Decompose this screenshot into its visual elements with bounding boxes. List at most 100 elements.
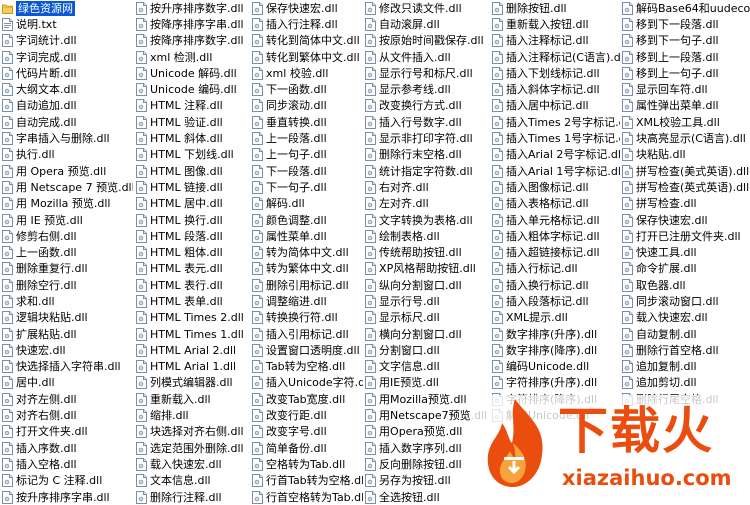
file-item[interactable]: 简单备份.dll bbox=[252, 440, 363, 456]
file-item[interactable]: 改变Tab宽度.dll bbox=[252, 391, 363, 407]
file-item[interactable]: 载入快速宏.dll bbox=[136, 456, 250, 472]
file-item[interactable]: 同步滚动窗口.dll bbox=[622, 293, 750, 309]
file-item[interactable]: 对齐左侧.dll bbox=[2, 391, 133, 407]
file-item[interactable]: 拼写检查(美式英语).dll bbox=[622, 163, 750, 179]
file-item[interactable]: 空格转为Tab.dll bbox=[252, 456, 363, 472]
file-item[interactable]: 删除行末空格.dll bbox=[365, 147, 490, 163]
file-item[interactable]: HTML 表元.dll bbox=[136, 261, 250, 277]
file-item[interactable]: 自动完成.dll bbox=[2, 114, 133, 130]
file-item[interactable]: 插入Arial 2号字标记.dll bbox=[492, 147, 620, 163]
file-item[interactable]: Tab转为空格.dll bbox=[252, 359, 363, 375]
file-item[interactable]: 调整缩进.dll bbox=[252, 293, 363, 309]
file-item[interactable]: 改变行距.dll bbox=[252, 407, 363, 423]
file-item[interactable]: 居中.dll bbox=[2, 375, 133, 391]
file-item[interactable]: 转为简体中文.dll bbox=[252, 244, 363, 260]
file-item[interactable]: 插入注释标记(C语言).dll bbox=[492, 49, 620, 65]
file-item[interactable]: 转换换行符.dll bbox=[252, 310, 363, 326]
file-item[interactable]: 插入Arial 1号字标记.dll bbox=[492, 163, 620, 179]
file-item[interactable]: 用Opera预览.dll bbox=[365, 424, 490, 440]
file-item[interactable]: 用 Netscape 7 预览.dll bbox=[2, 179, 133, 195]
file-item[interactable]: 转化到繁体中文.dll bbox=[252, 49, 363, 65]
file-item[interactable]: 字串插入与删除.dll bbox=[2, 130, 133, 146]
file-item[interactable]: 设置窗口透明度.dll bbox=[252, 342, 363, 358]
file-item[interactable]: 大纲文本.dll bbox=[2, 81, 133, 97]
file-item[interactable]: 按降序排序字串.dll bbox=[136, 16, 250, 32]
file-item[interactable]: Unicode 编码.dll bbox=[136, 81, 250, 97]
file-item[interactable]: 移到下一句子.dll bbox=[622, 33, 750, 49]
file-item[interactable]: HTML Times 1.dll bbox=[136, 326, 250, 342]
file-item[interactable]: 上一段落.dll bbox=[252, 130, 363, 146]
file-item[interactable]: 按原始时间戳保存.dll bbox=[365, 33, 490, 49]
file-item[interactable]: 下一句子.dll bbox=[252, 179, 363, 195]
file-item[interactable]: 文本信息.dll bbox=[136, 473, 250, 489]
file-item[interactable]: 取色器.dll bbox=[622, 277, 750, 293]
file-item[interactable]: 块高亮显示(C语言).dll bbox=[622, 130, 750, 146]
file-item[interactable]: 属性弹出菜单.dll bbox=[622, 98, 750, 114]
file-item[interactable]: 显示标尺.dll bbox=[365, 310, 490, 326]
file-item[interactable]: 块选择对齐右侧.dll bbox=[136, 424, 250, 440]
file-item[interactable]: 插入表格标记.dll bbox=[492, 196, 620, 212]
file-item[interactable]: 缩排.dll bbox=[136, 407, 250, 423]
file-item[interactable]: 插入超链接标记.dll bbox=[492, 244, 620, 260]
file-item[interactable]: xml 检测.dll bbox=[136, 49, 250, 65]
file-item[interactable]: 自动复制.dll bbox=[622, 326, 750, 342]
file-item[interactable]: 执行.dll bbox=[2, 147, 133, 163]
file-item[interactable]: XML提示.dll bbox=[492, 310, 620, 326]
file-item[interactable]: 选定范围外删除.dll bbox=[136, 440, 250, 456]
file-item[interactable]: 移到上一句子.dll bbox=[622, 65, 750, 81]
file-item[interactable]: HTML 表行.dll bbox=[136, 277, 250, 293]
file-item[interactable]: 纵向分割窗口.dll bbox=[365, 277, 490, 293]
file-item[interactable]: 插入行标记.dll bbox=[492, 261, 620, 277]
file-item[interactable]: 插入注释标记.dll bbox=[492, 33, 620, 49]
file-item[interactable]: 拼写检查.dll bbox=[622, 196, 750, 212]
file-item[interactable]: 删除行注释.dll bbox=[136, 489, 250, 505]
file-item[interactable]: 用Netscape7预览.dll bbox=[365, 407, 490, 423]
file-item[interactable]: 追加剪切.dll bbox=[622, 375, 750, 391]
file-item[interactable]: 插入引用标记.dll bbox=[252, 326, 363, 342]
file-item[interactable]: 用IE预览.dll bbox=[365, 375, 490, 391]
file-item[interactable]: 传统帮助按钮.dll bbox=[365, 244, 490, 260]
file-item[interactable]: 上一函数.dll bbox=[2, 244, 133, 260]
file-item[interactable]: 左对齐.dll bbox=[365, 196, 490, 212]
file-item[interactable]: 删除按钮.dll bbox=[492, 0, 620, 16]
file-item[interactable]: 命令扩展.dll bbox=[622, 261, 750, 277]
file-item[interactable]: 插入粗体字标记.dll bbox=[492, 228, 620, 244]
file-item[interactable]: 数字排序(降序).dll bbox=[492, 342, 620, 358]
file-item[interactable]: HTML 粗体.dll bbox=[136, 244, 250, 260]
file-item[interactable]: 移到上一段落.dll bbox=[622, 49, 750, 65]
file-item[interactable]: 颜色调整.dll bbox=[252, 212, 363, 228]
file-item[interactable]: XML校验工具.dll bbox=[622, 114, 750, 130]
file-item[interactable]: 快选择插入字符串.dll bbox=[2, 359, 133, 375]
file-item[interactable]: 删除空行.dll bbox=[2, 277, 133, 293]
file-item[interactable]: 保存快速宏.dll bbox=[252, 0, 363, 16]
file-item[interactable]: 统计指定字符数.dll bbox=[365, 163, 490, 179]
file-item[interactable]: HTML Arial 1.dll bbox=[136, 359, 250, 375]
file-item[interactable]: 自动追加.dll bbox=[2, 98, 133, 114]
file-item[interactable]: 插入Unicode字符.dll bbox=[252, 375, 363, 391]
file-item[interactable]: 全选按钮.dll bbox=[365, 489, 490, 505]
file-item[interactable]: 下一段落.dll bbox=[252, 163, 363, 179]
file-item[interactable]: 插入换行标记.dll bbox=[492, 277, 620, 293]
file-item[interactable]: 重新载入.dll bbox=[136, 391, 250, 407]
file-item[interactable]: 解码Unicode.dll bbox=[492, 407, 620, 423]
file-item[interactable]: 绘制表格.dll bbox=[365, 228, 490, 244]
file-item[interactable]: 编码Unicode.dll bbox=[492, 359, 620, 375]
file-item[interactable]: 转化到简体中文.dll bbox=[252, 33, 363, 49]
file-item[interactable]: 重新载入按钮.dll bbox=[492, 16, 620, 32]
file-item[interactable]: 插入行注释.dll bbox=[252, 16, 363, 32]
file-item[interactable]: HTML 斜体.dll bbox=[136, 130, 250, 146]
file-item[interactable]: 文字转换为表格.dll bbox=[365, 212, 490, 228]
file-item[interactable]: 插入行号数字.dll bbox=[365, 114, 490, 130]
file-item[interactable]: HTML 链接.dll bbox=[136, 179, 250, 195]
file-item[interactable]: 打开文件夹.dll bbox=[2, 424, 133, 440]
file-item[interactable]: 字符排序(降序).dll bbox=[492, 391, 620, 407]
file-item[interactable]: 列模式编辑器.dll bbox=[136, 375, 250, 391]
file-item[interactable]: 解码.dll bbox=[252, 196, 363, 212]
file-item[interactable]: 删除重复行.dll bbox=[2, 261, 133, 277]
file-item[interactable]: 按降序排序数字.dll bbox=[136, 33, 250, 49]
file-item[interactable]: HTML 居中.dll bbox=[136, 196, 250, 212]
file-item[interactable]: 删除行首空格.dll bbox=[622, 342, 750, 358]
file-item[interactable]: 载入快速宏.dll bbox=[622, 310, 750, 326]
file-item[interactable]: HTML 注释.dll bbox=[136, 98, 250, 114]
file-item[interactable]: 属性菜单.dll bbox=[252, 228, 363, 244]
